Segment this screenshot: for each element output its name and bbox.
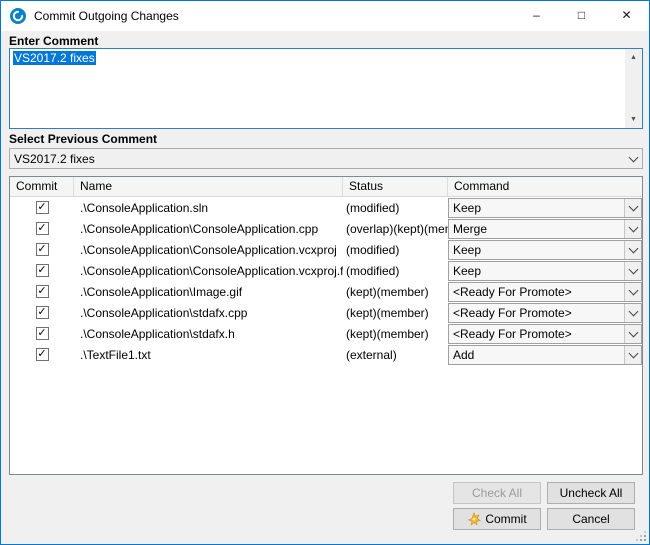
chevron-down-icon[interactable]	[624, 262, 641, 280]
comment-scrollbar[interactable]: ▲ ▼	[625, 49, 642, 128]
enter-comment-label: Enter Comment	[9, 34, 98, 48]
row-command-value: Keep	[449, 264, 624, 278]
table-row[interactable]: ✓ .\ConsoleApplication\stdafx.h (kept)(m…	[10, 323, 642, 344]
row-checkbox[interactable]: ✓	[36, 201, 49, 214]
row-command-dropdown[interactable]: Keep	[448, 240, 642, 260]
comment-selected-text: VS2017.2 fixes	[13, 51, 96, 65]
row-status: (external)	[343, 348, 448, 362]
row-status: (kept)(member)	[343, 285, 448, 299]
previous-comment-dropdown[interactable]: VS2017.2 fixes	[9, 148, 643, 169]
chevron-down-icon[interactable]	[624, 346, 641, 364]
row-checkbox[interactable]: ✓	[36, 348, 49, 361]
row-command-dropdown[interactable]: Keep	[448, 198, 642, 218]
row-status: (modified)	[343, 201, 448, 215]
row-name: .\ConsoleApplication\ConsoleApplication.…	[74, 243, 343, 257]
close-button[interactable]: ✕	[604, 1, 649, 30]
row-status: (modified)	[343, 243, 448, 257]
row-name: .\TextFile1.txt	[74, 348, 343, 362]
table-row[interactable]: ✓ .\ConsoleApplication\ConsoleApplicatio…	[10, 239, 642, 260]
row-command-value: Merge	[449, 222, 624, 236]
chevron-down-icon[interactable]	[624, 241, 641, 259]
row-command-dropdown[interactable]: Add	[448, 345, 642, 365]
header-name[interactable]: Name	[74, 177, 343, 196]
row-command-dropdown[interactable]: <Ready For Promote>	[448, 324, 642, 344]
title-bar[interactable]: Commit Outgoing Changes – □ ✕	[1, 1, 649, 31]
header-command[interactable]: Command	[448, 177, 642, 196]
row-checkbox[interactable]: ✓	[36, 285, 49, 298]
app-icon	[10, 8, 26, 24]
maximize-button[interactable]: □	[559, 1, 604, 30]
row-command-value: <Ready For Promote>	[449, 285, 624, 299]
check-icon: ✓	[37, 223, 46, 234]
chevron-down-icon[interactable]	[624, 283, 641, 301]
row-command-dropdown[interactable]: Keep	[448, 261, 642, 281]
row-command-dropdown[interactable]: <Ready For Promote>	[448, 282, 642, 302]
commit-label: Commit	[485, 512, 526, 526]
row-command-value: Keep	[449, 243, 624, 257]
row-name: .\ConsoleApplication\ConsoleApplication.…	[74, 264, 343, 278]
chevron-down-icon[interactable]	[624, 220, 641, 238]
row-command-value: Keep	[449, 201, 624, 215]
row-name: .\ConsoleApplication.sln	[74, 201, 343, 215]
row-command-value: <Ready For Promote>	[449, 306, 624, 320]
scroll-down-icon[interactable]: ▼	[625, 111, 642, 128]
check-icon: ✓	[37, 307, 46, 318]
uncheck-all-button[interactable]: Uncheck All	[547, 482, 635, 504]
row-checkbox[interactable]: ✓	[36, 327, 49, 340]
file-table-body: ✓ .\ConsoleApplication.sln (modified) Ke…	[10, 197, 642, 365]
chevron-down-icon[interactable]	[624, 199, 641, 217]
row-name: .\ConsoleApplication\stdafx.h	[74, 327, 343, 341]
table-row[interactable]: ✓ .\ConsoleApplication\ConsoleApplicatio…	[10, 260, 642, 281]
commit-icon	[467, 512, 481, 526]
row-name: .\ConsoleApplication\stdafx.cpp	[74, 306, 343, 320]
row-status: (overlap)(kept)(member)	[343, 222, 448, 236]
row-status: (kept)(member)	[343, 306, 448, 320]
scroll-up-icon[interactable]: ▲	[625, 49, 642, 66]
row-checkbox[interactable]: ✓	[36, 222, 49, 235]
uncheck-all-label: Uncheck All	[560, 486, 623, 500]
window-title: Commit Outgoing Changes	[34, 1, 179, 31]
check-icon: ✓	[37, 202, 46, 213]
table-row[interactable]: ✓ .\ConsoleApplication.sln (modified) Ke…	[10, 197, 642, 218]
row-command-value: Add	[449, 348, 624, 362]
table-row[interactable]: ✓ .\ConsoleApplication\stdafx.cpp (kept)…	[10, 302, 642, 323]
previous-comment-value: VS2017.2 fixes	[10, 152, 625, 166]
header-commit[interactable]: Commit	[10, 177, 74, 196]
check-icon: ✓	[37, 328, 46, 339]
check-icon: ✓	[37, 286, 46, 297]
row-command-dropdown[interactable]: <Ready For Promote>	[448, 303, 642, 323]
row-status: (modified)	[343, 264, 448, 278]
row-checkbox[interactable]: ✓	[36, 264, 49, 277]
comment-text: VS2017.2 fixes	[13, 51, 96, 65]
previous-comment-label: Select Previous Comment	[9, 132, 157, 146]
commit-outgoing-changes-dialog: Commit Outgoing Changes – □ ✕ Enter Comm…	[0, 0, 650, 545]
check-all-label: Check All	[472, 486, 522, 500]
commit-button[interactable]: Commit	[453, 508, 541, 530]
row-checkbox[interactable]: ✓	[36, 243, 49, 256]
table-row[interactable]: ✓ .\TextFile1.txt (external) Add	[10, 344, 642, 365]
resize-grip[interactable]	[635, 530, 646, 541]
row-status: (kept)(member)	[343, 327, 448, 341]
check-icon: ✓	[37, 349, 46, 360]
row-command-value: <Ready For Promote>	[449, 327, 624, 341]
chevron-down-icon[interactable]	[625, 149, 642, 168]
check-all-button: Check All	[453, 482, 541, 504]
cancel-label: Cancel	[572, 512, 609, 526]
row-checkbox[interactable]: ✓	[36, 306, 49, 319]
check-icon: ✓	[37, 265, 46, 276]
file-table: Commit Name Status Command ✓ .\ConsoleAp…	[9, 176, 643, 475]
chevron-down-icon[interactable]	[624, 304, 641, 322]
table-row[interactable]: ✓ .\ConsoleApplication\Image.gif (kept)(…	[10, 281, 642, 302]
row-name: .\ConsoleApplication\ConsoleApplication.…	[74, 222, 343, 236]
header-status[interactable]: Status	[343, 177, 448, 196]
row-name: .\ConsoleApplication\Image.gif	[74, 285, 343, 299]
row-command-dropdown[interactable]: Merge	[448, 219, 642, 239]
table-row[interactable]: ✓ .\ConsoleApplication\ConsoleApplicatio…	[10, 218, 642, 239]
chevron-down-icon[interactable]	[624, 325, 641, 343]
cancel-button[interactable]: Cancel	[547, 508, 635, 530]
check-icon: ✓	[37, 244, 46, 255]
file-table-header: Commit Name Status Command	[10, 177, 642, 197]
minimize-button[interactable]: –	[514, 1, 559, 30]
comment-textarea[interactable]: VS2017.2 fixes ▲ ▼	[9, 48, 643, 129]
